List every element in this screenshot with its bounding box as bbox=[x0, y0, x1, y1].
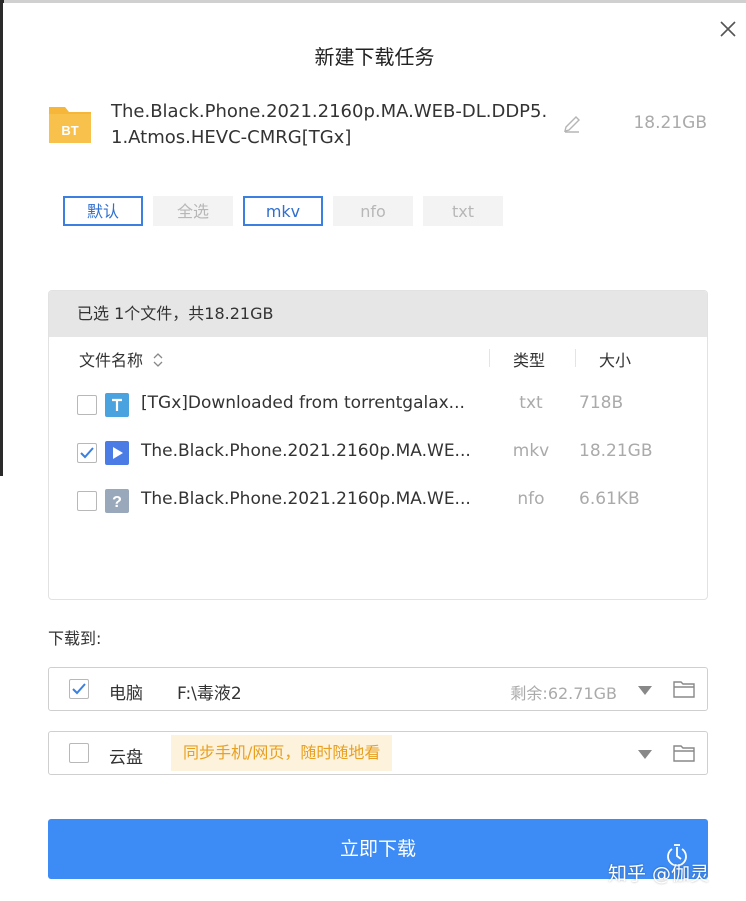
file-row[interactable]: ? The.Black.Phone.2021.2160p.MA.WE... nf… bbox=[49, 477, 707, 525]
svg-text:?: ? bbox=[112, 494, 122, 511]
cloud-checkbox[interactable] bbox=[69, 743, 89, 763]
folder-icon[interactable] bbox=[673, 743, 695, 763]
video-file-icon bbox=[105, 441, 129, 465]
selection-summary: 已选 1个文件，共18.21GB bbox=[49, 291, 707, 337]
filter-mkv-chip[interactable]: mkv bbox=[243, 196, 323, 226]
file-size: 718B bbox=[579, 393, 624, 413]
dialog-title: 新建下载任务 bbox=[314, 45, 435, 69]
file-row[interactable]: [TGx]Downloaded from torrentgalax... txt… bbox=[49, 381, 707, 429]
path-dropdown-icon[interactable] bbox=[637, 682, 653, 696]
column-divider bbox=[489, 349, 490, 367]
checkmark-icon bbox=[72, 683, 86, 695]
cloud-dropdown-icon[interactable] bbox=[637, 746, 653, 760]
file-checkbox[interactable] bbox=[77, 443, 97, 463]
file-type: txt bbox=[519, 393, 543, 413]
edit-pencil-icon[interactable] bbox=[561, 113, 583, 135]
file-name: The.Black.Phone.2021.2160p.MA.WE... bbox=[141, 441, 471, 461]
checkmark-icon bbox=[80, 447, 94, 459]
torrent-name: The.Black.Phone.2021.2160p.MA.WEB-DL.DDP… bbox=[111, 101, 548, 148]
file-checkbox[interactable] bbox=[77, 491, 97, 511]
file-type: nfo bbox=[517, 489, 545, 509]
file-size: 6.61KB bbox=[579, 489, 640, 509]
text-file-icon bbox=[105, 393, 129, 417]
free-space: 剩余:62.71GB bbox=[510, 684, 617, 703]
download-to-label: 下载到: bbox=[48, 629, 102, 648]
bt-label: BT bbox=[61, 123, 78, 138]
column-divider bbox=[575, 349, 576, 367]
file-size: 18.21GB bbox=[579, 441, 653, 461]
close-icon[interactable] bbox=[716, 17, 740, 41]
filter-txt-chip[interactable]: txt bbox=[423, 196, 503, 226]
file-row[interactable]: The.Black.Phone.2021.2160p.MA.WE... mkv … bbox=[49, 429, 707, 477]
file-list-panel: 已选 1个文件，共18.21GB 文件名称 类型 大小 [TGx]Downloa… bbox=[48, 290, 708, 600]
column-size-header[interactable]: 大小 bbox=[599, 347, 631, 371]
column-name-label: 文件名称 bbox=[79, 351, 144, 370]
torrent-header: BT The.Black.Phone.2021.2160p.MA.WEB-DL.… bbox=[47, 99, 707, 159]
column-name-header[interactable]: 文件名称 bbox=[79, 347, 164, 373]
file-list-header: 文件名称 类型 大小 bbox=[49, 337, 707, 381]
sort-icon[interactable] bbox=[152, 351, 164, 373]
cloud-sync-hint: 同步手机/网页，随时随地看 bbox=[171, 735, 393, 771]
new-download-dialog: 新建下载任务 BT The.Black.Phone.2021.2160p.MA.… bbox=[3, 3, 746, 901]
cloud-label: 云盘 bbox=[109, 748, 143, 768]
destination-pc-row: 电脑 F:\毒液2 剩余:62.71GB bbox=[48, 667, 708, 711]
pc-label: 电脑 bbox=[109, 684, 143, 704]
file-name: The.Black.Phone.2021.2160p.MA.WE... bbox=[141, 489, 471, 509]
column-type-header[interactable]: 类型 bbox=[513, 347, 545, 371]
download-now-label: 立即下载 bbox=[339, 838, 416, 860]
unknown-file-icon: ? bbox=[105, 489, 129, 513]
file-name: [TGx]Downloaded from torrentgalax... bbox=[141, 393, 465, 413]
file-type: mkv bbox=[512, 441, 550, 461]
filter-select-all-chip[interactable]: 全选 bbox=[153, 196, 233, 226]
file-checkbox[interactable] bbox=[77, 395, 97, 415]
download-path[interactable]: F:\毒液2 bbox=[177, 679, 242, 704]
pc-checkbox[interactable] bbox=[69, 679, 89, 699]
filter-default-chip[interactable]: 默认 bbox=[63, 196, 143, 226]
folder-icon[interactable] bbox=[673, 679, 695, 699]
watermark: 知乎 @伽灵 bbox=[608, 863, 710, 885]
filter-nfo-chip[interactable]: nfo bbox=[333, 196, 413, 226]
destination-cloud-row: 云盘 同步手机/网页，随时随地看 bbox=[48, 731, 708, 775]
torrent-total-size: 18.21GB bbox=[633, 113, 707, 133]
bt-folder-icon: BT bbox=[47, 101, 93, 147]
